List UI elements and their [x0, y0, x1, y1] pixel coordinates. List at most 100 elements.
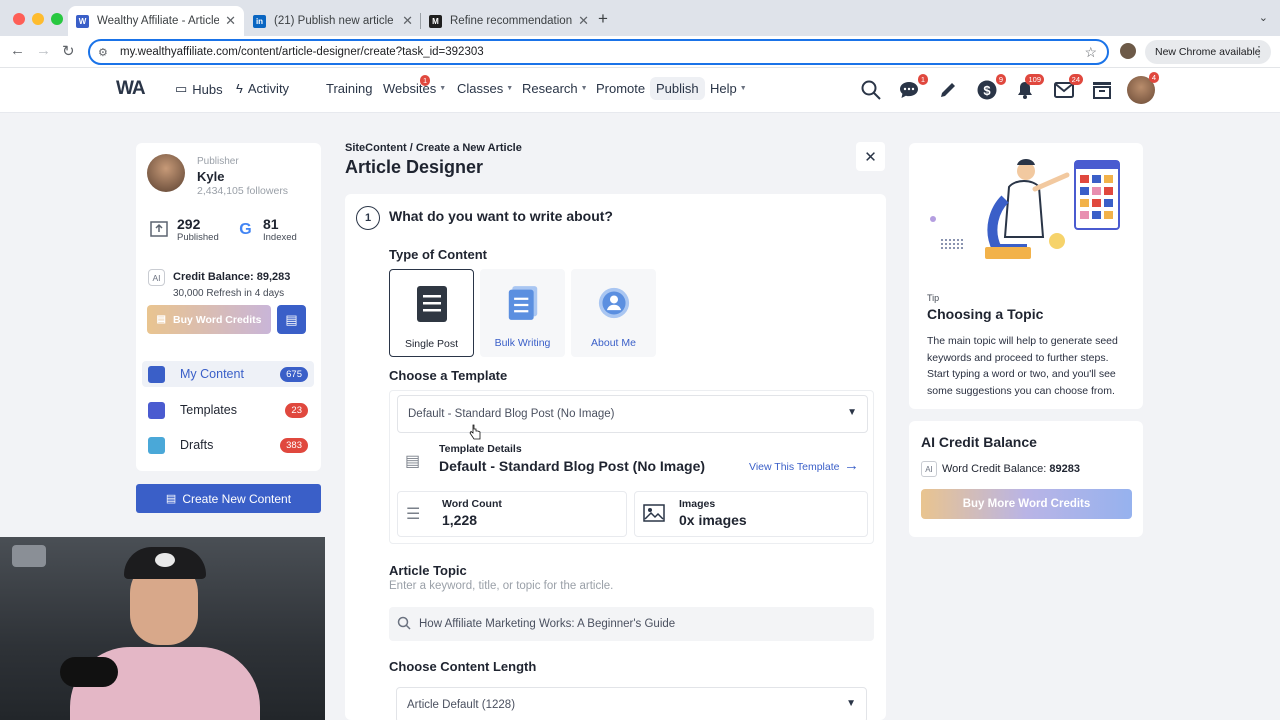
- published-count: 292: [177, 216, 201, 232]
- images-label: Images: [679, 498, 716, 510]
- bell-icon[interactable]: 109: [1014, 74, 1044, 101]
- profile-avatar[interactable]: [147, 154, 185, 192]
- user-avatar[interactable]: 4: [1127, 72, 1159, 104]
- step-number: 1: [356, 206, 380, 230]
- templates-icon: [148, 401, 165, 419]
- nav-hubs[interactable]: ▭ Hubs: [175, 81, 223, 97]
- article-topic-value: How Affiliate Marketing Works: A Beginne…: [419, 618, 676, 630]
- nav-publish-label: Publish: [656, 81, 699, 96]
- sidebar-item-drafts[interactable]: Drafts 383: [142, 432, 314, 458]
- browser-toolbar: ← → ↻ ⚙ my.wealthyaffiliate.com/content/…: [0, 36, 1280, 68]
- nav-training[interactable]: Training: [326, 81, 372, 96]
- nav-promote-label: Promote: [596, 81, 646, 96]
- breadcrumb[interactable]: SiteContent / Create a New Article: [345, 142, 522, 154]
- nav-research-label: Research: [522, 81, 578, 96]
- bulk-writing-icon: [507, 285, 539, 321]
- nav-activity[interactable]: ϟ Activity: [236, 81, 289, 96]
- chat-icon[interactable]: 1: [898, 74, 928, 101]
- browser-tab-wealthy-affiliate[interactable]: W Wealthy Affiliate - Article Des ✕: [68, 6, 244, 36]
- step-question: What do you want to write about?: [389, 208, 613, 224]
- inbox-icon[interactable]: [1091, 79, 1113, 101]
- nav-help[interactable]: Help ▼: [710, 81, 747, 96]
- bookmark-star-icon[interactable]: ☆: [1084, 44, 1097, 61]
- create-icon: ▤: [165, 493, 177, 505]
- content-type-single-post[interactable]: Single Post: [389, 269, 474, 357]
- view-template-link[interactable]: View This Template: [749, 461, 839, 473]
- forward-arrow-icon[interactable]: →: [36, 42, 51, 59]
- buy-word-credits-button[interactable]: ▤ Buy Word Credits: [147, 305, 271, 334]
- medium-favicon-icon: M: [429, 14, 442, 28]
- lightning-icon: ϟ: [236, 81, 243, 96]
- sidebar-item-label: Templates: [180, 403, 237, 417]
- google-icon: G: [237, 220, 255, 238]
- page-title: Article Designer: [345, 157, 484, 177]
- content-type-label: Bulk Writing: [494, 337, 551, 349]
- buy-more-word-credits-button[interactable]: Buy More Word Credits: [921, 489, 1132, 519]
- webcam-overlay: [0, 537, 325, 720]
- nav-promote[interactable]: Promote: [596, 81, 645, 96]
- dollar-icon[interactable]: $ 9: [976, 74, 1006, 101]
- create-new-content-button[interactable]: ▤ Create New Content: [136, 484, 321, 513]
- websites-badge: 1: [420, 75, 431, 86]
- article-topic-input[interactable]: How Affiliate Marketing Works: A Beginne…: [389, 607, 874, 641]
- topic-heading: Article Topic: [389, 563, 467, 578]
- ai-icon: AI: [921, 461, 937, 477]
- images-box: Images 0x images: [634, 491, 868, 537]
- credits-icon: ▤: [156, 314, 166, 325]
- arrow-right-icon[interactable]: →: [844, 457, 859, 474]
- webcam-cap-logo: [155, 553, 175, 567]
- content-type-about-me[interactable]: About Me: [571, 269, 656, 357]
- close-tab-icon[interactable]: ✕: [225, 13, 236, 29]
- document-button[interactable]: ▤: [277, 305, 306, 334]
- nav-research[interactable]: Research ▼: [522, 81, 588, 96]
- buy-word-credits-label: Buy Word Credits: [172, 313, 262, 326]
- profile-name[interactable]: Kyle: [197, 169, 224, 184]
- indexed-count: 81: [263, 216, 279, 232]
- close-tab-icon[interactable]: ✕: [402, 13, 413, 29]
- reload-icon[interactable]: ↻: [62, 42, 75, 60]
- site-settings-icon[interactable]: ⚙: [98, 46, 112, 59]
- site-header: WA ▭ Hubs ϟ Activity Training Websites ▼…: [0, 68, 1280, 113]
- window-minimize-control[interactable]: [32, 13, 44, 25]
- chevron-down-icon: ▼: [439, 85, 447, 92]
- search-icon[interactable]: [860, 79, 882, 101]
- close-button[interactable]: ✕: [856, 142, 885, 171]
- word-credit-balance-value: 89283: [1049, 463, 1080, 475]
- nav-publish[interactable]: Publish: [650, 77, 705, 100]
- template-select[interactable]: Default - Standard Blog Post (No Image) …: [397, 395, 868, 433]
- single-post-icon: [416, 286, 448, 322]
- browser-menu-icon[interactable]: ⋮: [1252, 43, 1266, 60]
- template-details-value: Default - Standard Blog Post (No Image): [439, 458, 706, 474]
- mail-icon[interactable]: 24: [1053, 74, 1083, 101]
- avatar-badge: 4: [1148, 72, 1159, 83]
- sidebar-item-templates[interactable]: Templates 23: [142, 397, 314, 423]
- back-arrow-icon[interactable]: ←: [10, 42, 25, 59]
- type-heading: Type of Content: [389, 247, 487, 262]
- browser-tab-linkedin[interactable]: in (21) Publish new article | Link ✕: [245, 6, 421, 36]
- profile-card: Publisher Kyle 2,434,105 followers 292 P…: [136, 143, 321, 471]
- content-type-label: About Me: [591, 337, 636, 349]
- tab-search-chevron-icon[interactable]: ⌄: [1259, 11, 1268, 24]
- close-tab-icon[interactable]: ✕: [578, 13, 589, 29]
- my-content-count: 675: [280, 366, 308, 382]
- nav-classes[interactable]: Classes ▼: [457, 81, 513, 96]
- browser-profile-avatar[interactable]: [1120, 43, 1136, 59]
- published-icon: [150, 219, 168, 237]
- pencil-icon[interactable]: [937, 79, 959, 101]
- content-length-select[interactable]: Article Default (1228) ▼: [396, 687, 867, 720]
- content-type-bulk-writing[interactable]: Bulk Writing: [480, 269, 565, 357]
- nav-training-label: Training: [326, 81, 373, 96]
- browser-tab-refine[interactable]: M Refine recommendations ✕: [421, 6, 597, 36]
- address-bar[interactable]: ⚙ my.wealthyaffiliate.com/content/articl…: [88, 39, 1109, 65]
- window-zoom-control[interactable]: [51, 13, 63, 25]
- nav-websites[interactable]: Websites ▼ 1: [383, 75, 447, 96]
- template-heading: Choose a Template: [389, 368, 508, 383]
- dollar-badge: 9: [995, 74, 1006, 85]
- tab-title: Refine recommendations: [450, 15, 573, 27]
- template-panel: Default - Standard Blog Post (No Image) …: [389, 390, 874, 544]
- sidebar-item-my-content[interactable]: My Content 675: [142, 361, 314, 387]
- url-text: my.wealthyaffiliate.com/content/article-…: [120, 46, 484, 58]
- window-close-control[interactable]: [13, 13, 25, 25]
- new-tab-icon[interactable]: +: [598, 9, 608, 29]
- wa-logo[interactable]: WA: [116, 78, 146, 100]
